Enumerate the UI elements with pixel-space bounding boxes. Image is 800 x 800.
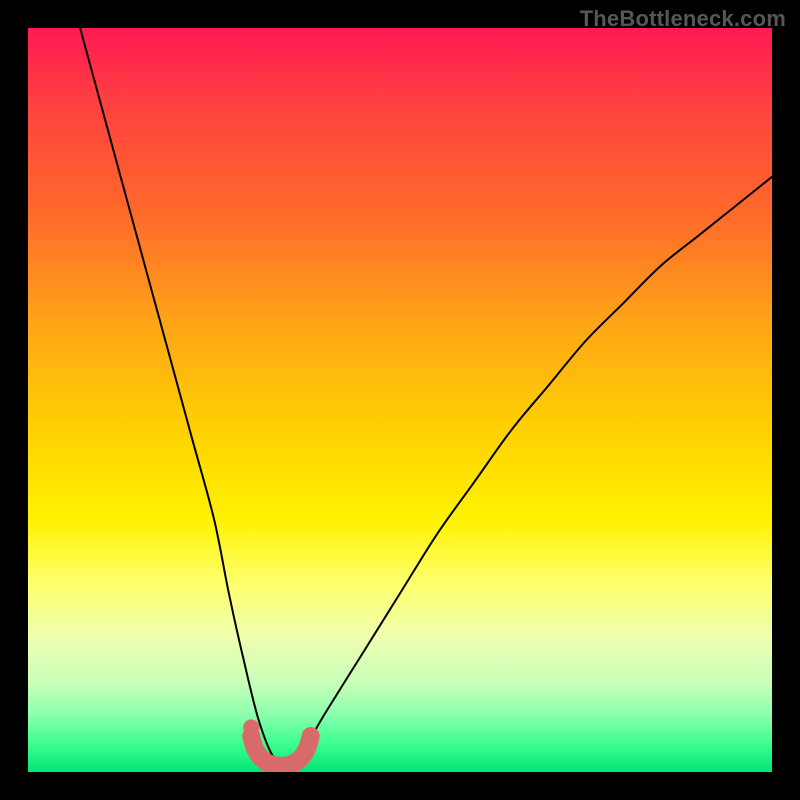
plot-area xyxy=(28,28,772,772)
bottleneck-curve-layer xyxy=(28,28,772,772)
optimal-zone-marker xyxy=(251,736,311,766)
chart-frame: TheBottleneck.com xyxy=(0,0,800,800)
bottleneck-curve xyxy=(80,28,772,765)
optimal-zone-dot xyxy=(243,719,259,735)
watermark-text: TheBottleneck.com xyxy=(580,6,786,32)
